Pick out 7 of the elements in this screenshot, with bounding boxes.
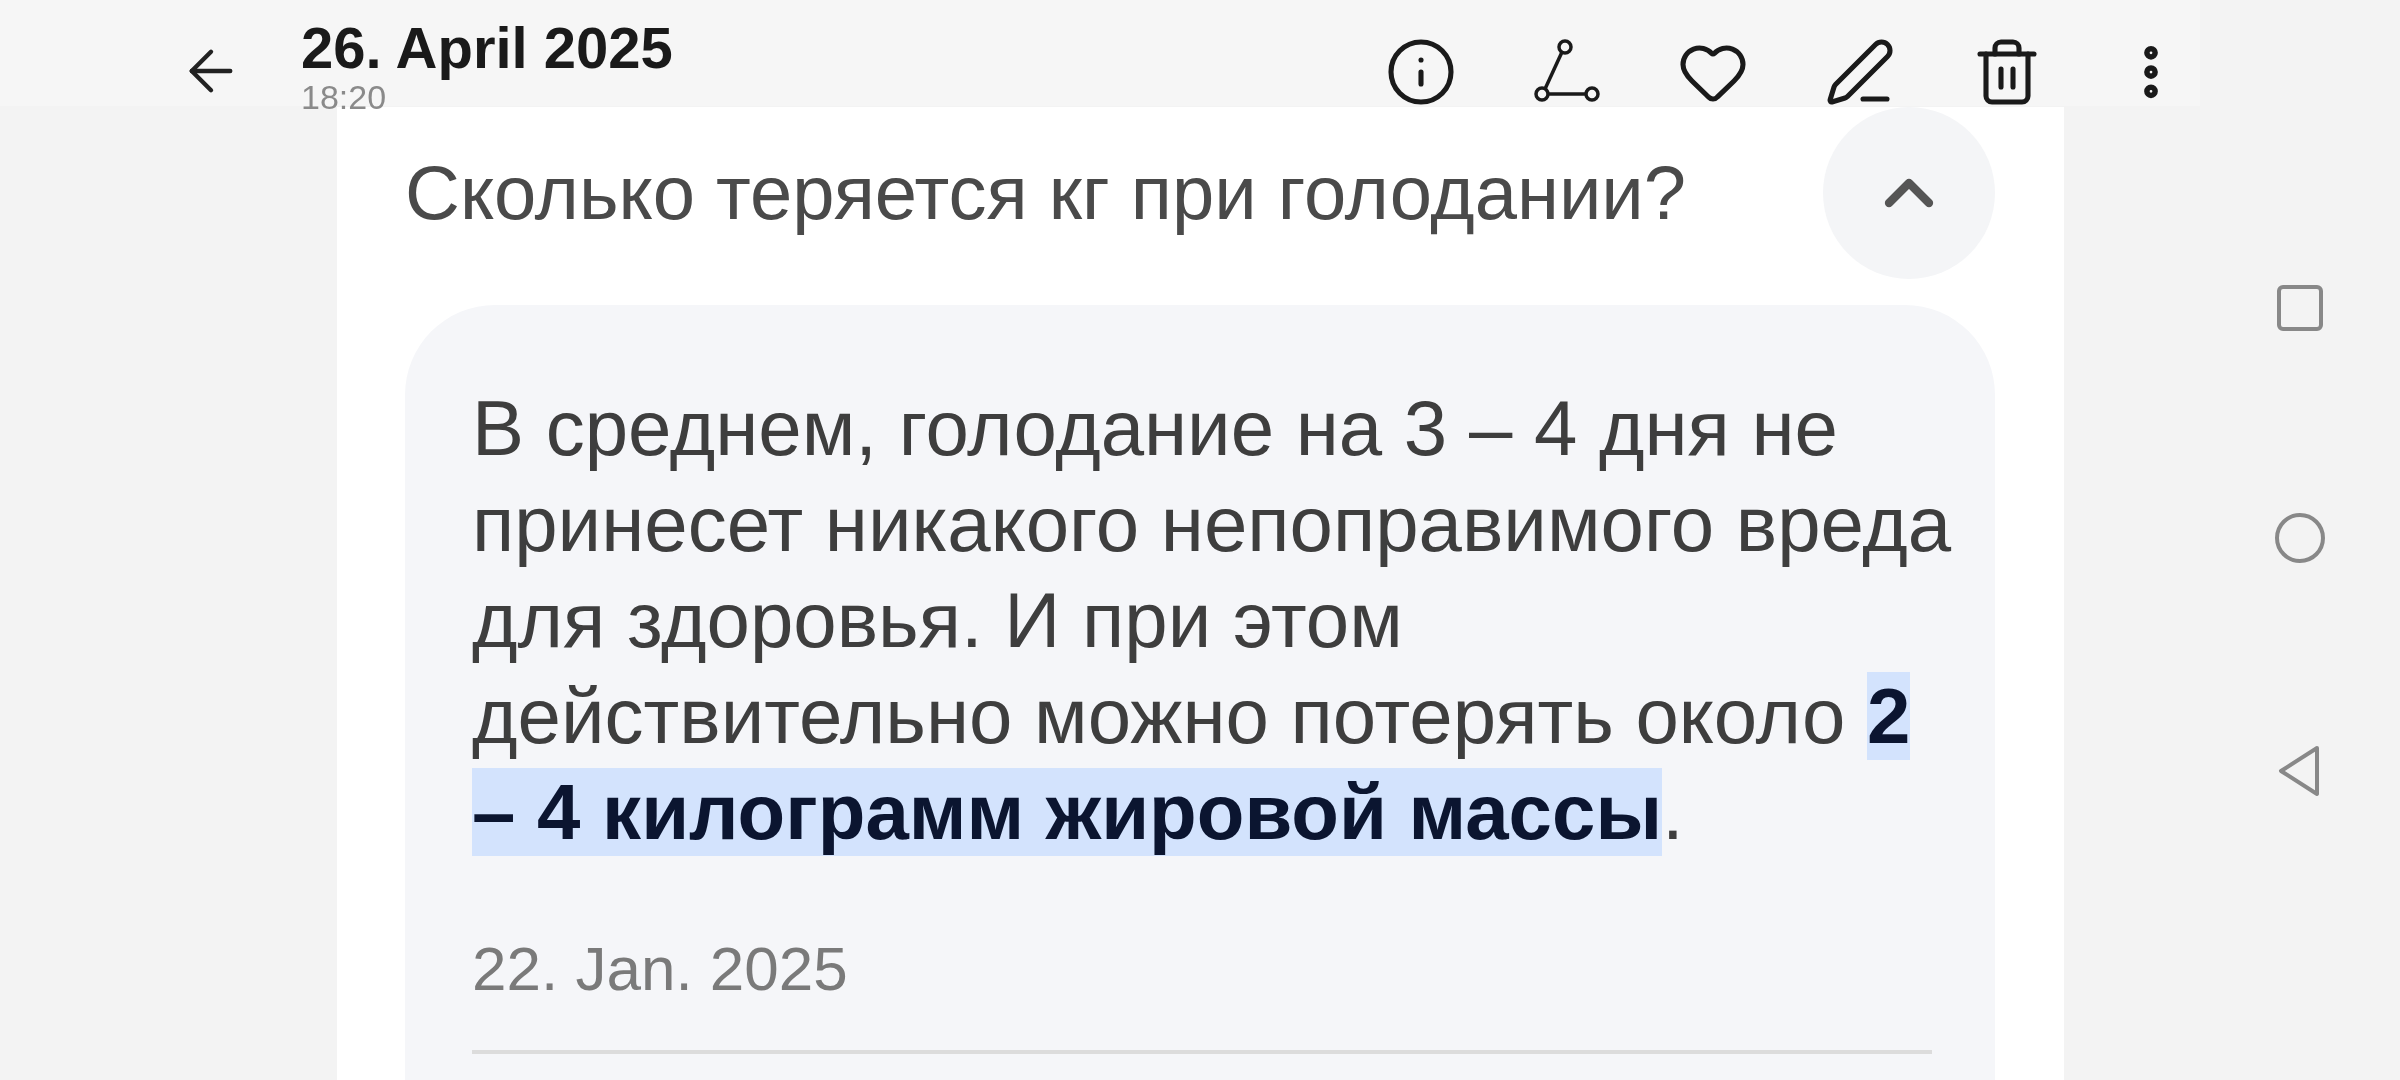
home-icon[interactable] <box>2274 512 2326 564</box>
recent-apps-icon[interactable] <box>2276 284 2324 332</box>
answer-date: 22. Jan. 2025 <box>472 938 848 1000</box>
info-icon[interactable] <box>1385 36 1457 108</box>
header-time: 18:20 <box>301 78 388 116</box>
header-title: 26. April 2025 <box>301 18 673 78</box>
answer-text: В среднем, голодание на 3 – 4 дня не принесет никакого непоправимого вреда для здоровья. И при этом действительно можно потерять около 2 – 4 килограмм жировой массы. <box>472 383 1952 858</box>
